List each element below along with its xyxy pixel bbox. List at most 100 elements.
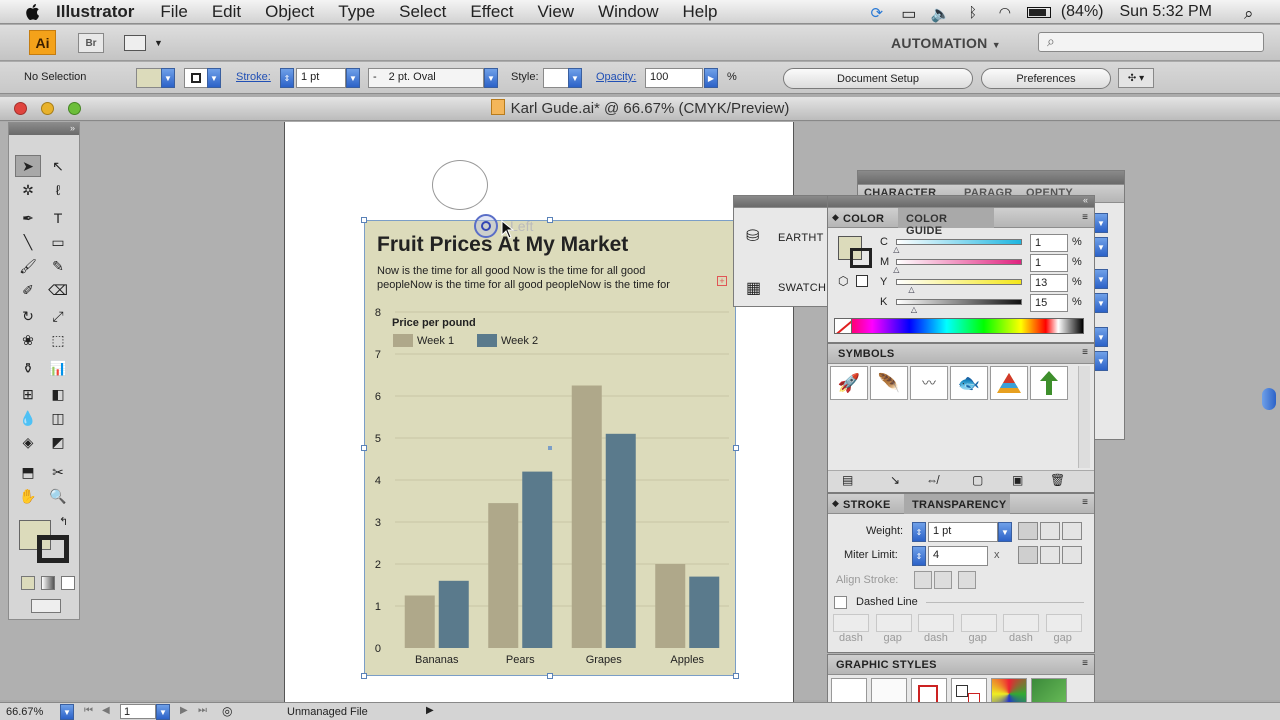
opacity-label[interactable]: Opacity: <box>596 71 636 83</box>
cap-butt-button[interactable] <box>1018 522 1038 540</box>
delete-symbol-icon[interactable]: 🗑 <box>1050 473 1065 487</box>
menu-window[interactable]: Window <box>598 2 658 22</box>
pen-tool-icon[interactable]: ✒ <box>15 207 41 229</box>
tab-graphic-styles[interactable]: GRAPHIC STYLES <box>836 659 937 671</box>
panel-menu-icon[interactable]: ≡ <box>1082 212 1088 223</box>
symbols-scrollbar[interactable] <box>1078 366 1090 468</box>
style-swatch[interactable] <box>543 68 569 88</box>
fill-dropdown[interactable]: ▼ <box>161 68 175 88</box>
cmyk-slider-thumb[interactable]: △ <box>893 265 899 274</box>
rectangle-tool-icon[interactable]: ▭ <box>45 231 71 253</box>
volume-icon[interactable]: 🔈 <box>931 4 951 23</box>
expand-icon[interactable]: ◆ <box>832 498 839 509</box>
type-tool-icon[interactable]: T <box>45 207 71 229</box>
tab-stroke[interactable]: STROKE <box>843 499 891 511</box>
cmyk-field-m[interactable]: 1 <box>1030 254 1068 272</box>
last-page-icon[interactable]: ⏭ <box>198 705 207 716</box>
column-graph-tool-icon[interactable]: 📊 <box>45 357 71 379</box>
rotate-tool-icon[interactable]: ↻ <box>15 305 41 327</box>
symbol-libraries-icon[interactable]: ▤ <box>842 473 853 487</box>
menu-select[interactable]: Select <box>399 2 446 22</box>
eraser-tool-icon[interactable]: ⌫ <box>45 279 71 301</box>
artboard-tool-icon[interactable]: ⬒ <box>15 461 41 483</box>
earth-panel-label[interactable]: EARTHT <box>778 232 824 244</box>
character-dropdown-3[interactable]: ▼ <box>1094 269 1108 289</box>
minimize-window-button[interactable] <box>41 102 54 115</box>
dash-field-2[interactable] <box>875 614 912 632</box>
stroke-weight-field[interactable]: 1 pt <box>296 68 346 88</box>
weight-field[interactable]: 1 pt <box>928 522 998 542</box>
live-paint-selection-tool-icon[interactable]: ◩ <box>45 431 71 453</box>
tab-color-guide[interactable]: COLOR GUIDE <box>898 208 994 237</box>
character-dropdown-4[interactable]: ▼ <box>1094 293 1108 313</box>
none-mode-icon[interactable] <box>61 576 75 590</box>
opacity-dropdown[interactable]: ▶ <box>704 68 718 88</box>
selection-handle[interactable] <box>733 673 739 679</box>
join-miter-button[interactable] <box>1018 546 1038 564</box>
menu-effect[interactable]: Effect <box>470 2 513 22</box>
status-menu-arrow[interactable]: ▶ <box>426 705 434 716</box>
cube-icon[interactable]: ⬡ <box>838 274 848 288</box>
pencil-tool-icon[interactable]: ✎ <box>45 255 71 277</box>
panel-menu-icon[interactable]: ≡ <box>1082 347 1088 358</box>
app-menu[interactable]: Illustrator <box>56 2 134 22</box>
tools-panel-header[interactable]: » <box>9 123 79 135</box>
cmyk-field-y[interactable]: 13 <box>1030 274 1068 292</box>
symbol-feather-icon[interactable]: 🪶 <box>870 366 908 400</box>
cmyk-field-k[interactable]: 15 <box>1030 294 1068 312</box>
sync-icon[interactable]: ⟳ <box>867 4 887 22</box>
align-outside-button[interactable] <box>958 571 976 589</box>
gradient-tool-icon[interactable]: ◧ <box>45 383 71 405</box>
control-panel-menu[interactable]: ✣ ▾ <box>1118 68 1154 88</box>
stroke-swatch[interactable] <box>184 68 208 88</box>
brush-dropdown[interactable]: ▼ <box>484 68 498 88</box>
document-status[interactable]: Unmanaged File <box>287 706 368 718</box>
close-window-button[interactable] <box>14 102 27 115</box>
cap-square-button[interactable] <box>1062 522 1082 540</box>
status-options-icon[interactable]: ◎ <box>222 704 232 718</box>
menu-type[interactable]: Type <box>338 2 375 22</box>
stroke-label[interactable]: Stroke: <box>236 71 271 83</box>
zoom-dropdown[interactable]: ▼ <box>60 704 74 720</box>
zoom-window-button[interactable] <box>68 102 81 115</box>
miter-field[interactable]: 4 <box>928 546 988 566</box>
bluetooth-icon[interactable]: ᛒ <box>963 4 983 20</box>
miter-stepper[interactable]: ⇕ <box>912 546 926 566</box>
panel-menu-icon[interactable]: ≡ <box>1082 497 1088 508</box>
selection-handle[interactable] <box>547 673 553 679</box>
clock[interactable]: Sun 5:32 PM <box>1120 3 1213 21</box>
warp-tool-icon[interactable]: ❀ <box>15 329 41 351</box>
hand-tool-icon[interactable]: ✋ <box>15 485 41 507</box>
menu-view[interactable]: View <box>538 2 575 22</box>
display-icon[interactable]: ▭ <box>899 4 919 23</box>
brushes-icon[interactable]: ⛁ <box>746 226 759 246</box>
selection-tool-icon[interactable]: ➤ <box>15 155 41 177</box>
scale-tool-icon[interactable]: ⤢ <box>45 305 71 327</box>
symbol-sprayer-tool-icon[interactable]: ⚱ <box>15 357 41 379</box>
cmyk-field-c[interactable]: 1 <box>1030 234 1068 252</box>
break-link-icon[interactable]: ⇎ <box>926 473 938 487</box>
spotlight-icon[interactable]: ⌕ <box>1244 4 1264 23</box>
cmyk-slider-c[interactable] <box>896 239 1022 245</box>
swatches-panel-label[interactable]: SWATCH <box>778 282 826 294</box>
live-paint-tool-icon[interactable]: ◈ <box>15 431 41 453</box>
cmyk-slider-thumb[interactable]: △ <box>893 245 899 254</box>
stroke-color-swatch[interactable] <box>850 248 872 268</box>
preferences-button[interactable]: Preferences <box>981 68 1111 89</box>
line-tool-icon[interactable]: ╲ <box>15 231 41 253</box>
workspace-switcher[interactable]: AUTOMATION ▼ <box>891 35 1001 51</box>
first-page-icon[interactable]: ⏮ <box>84 705 93 716</box>
eyedropper-tool-icon[interactable]: 💧 <box>15 407 41 429</box>
character-dropdown-6[interactable]: ▼ <box>1094 351 1108 371</box>
menu-file[interactable]: File <box>160 2 187 22</box>
stroke-weight-dropdown[interactable]: ▼ <box>346 68 360 88</box>
selection-handle[interactable] <box>733 445 739 451</box>
stroke-stepper[interactable]: ⇕ <box>280 68 294 88</box>
magic-wand-tool-icon[interactable]: ✲ <box>15 179 41 201</box>
selection-handle[interactable] <box>361 217 367 223</box>
arrange-documents-button[interactable]: ▼ <box>124 33 168 53</box>
zoom-tool-icon[interactable]: 🔍 <box>45 485 71 507</box>
menu-object[interactable]: Object <box>265 2 314 22</box>
symbol-arrow-icon[interactable] <box>1030 366 1068 400</box>
page-dropdown[interactable]: ▼ <box>156 704 170 720</box>
